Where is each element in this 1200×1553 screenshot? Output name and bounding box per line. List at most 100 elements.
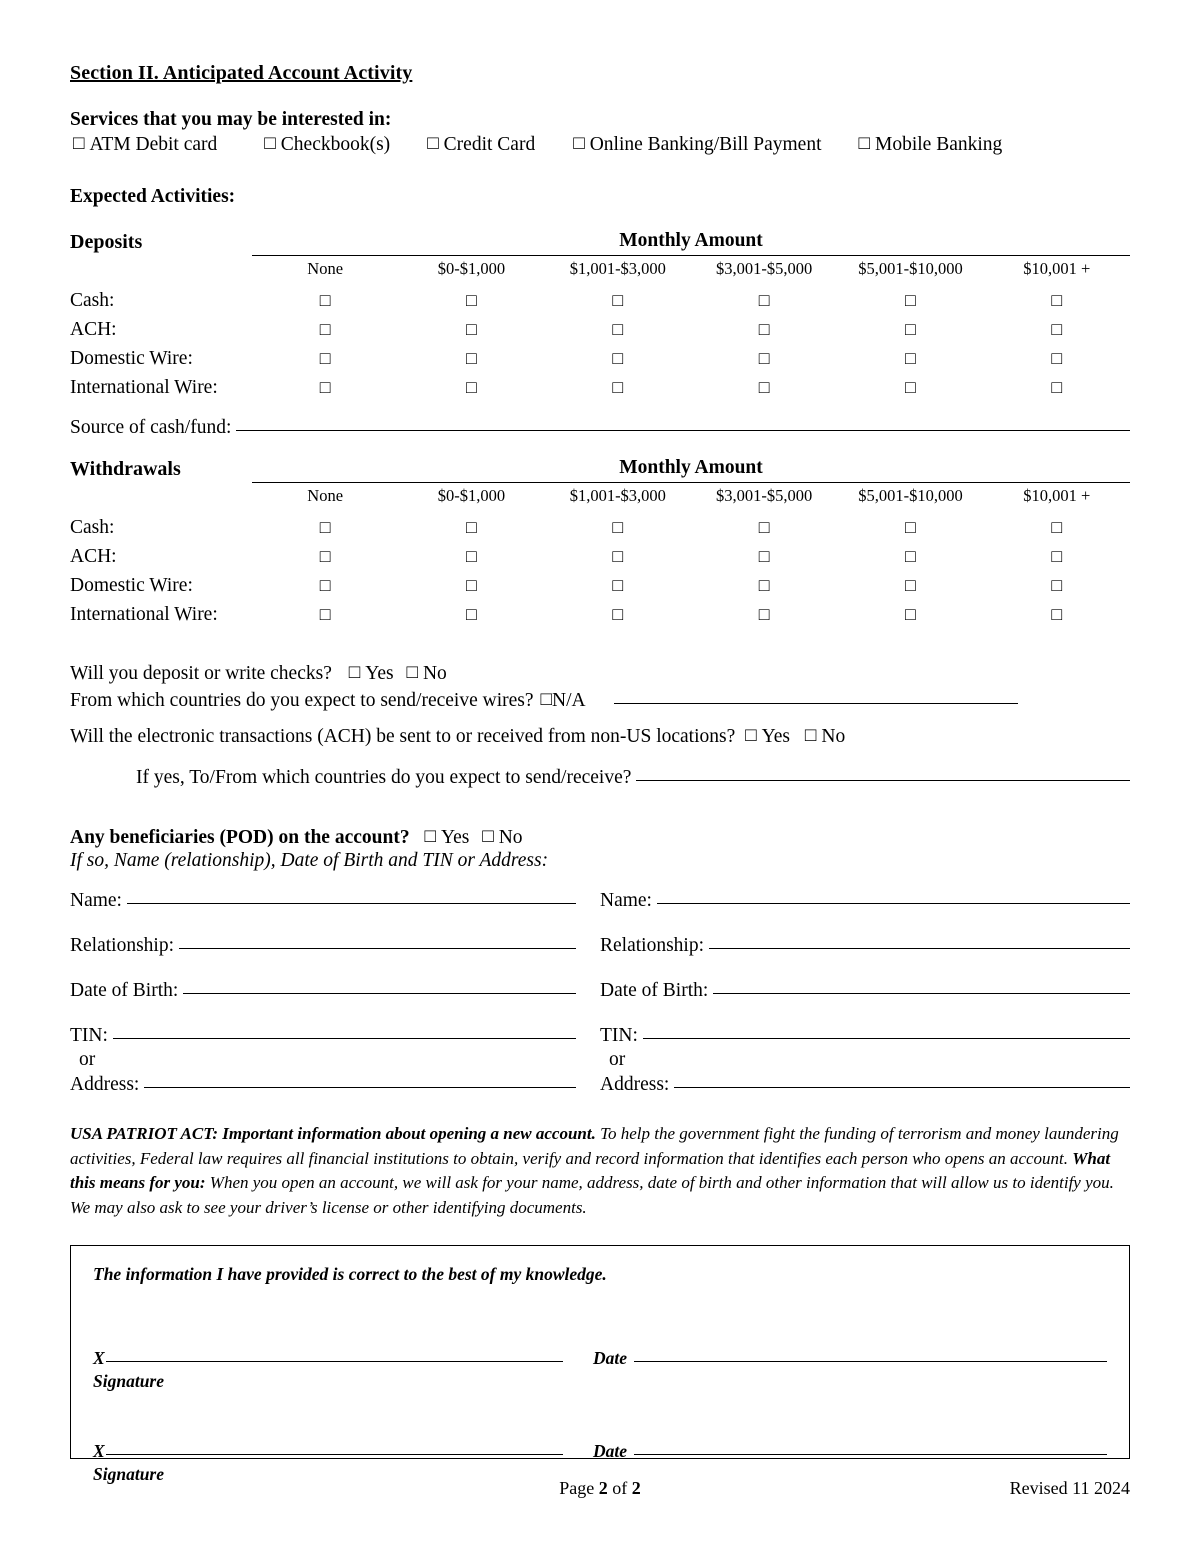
withdrawals-domestic-3001-5000[interactable] bbox=[691, 571, 837, 600]
checkbox-icon[interactable] bbox=[905, 604, 916, 624]
checkbox-icon[interactable] bbox=[612, 575, 623, 595]
beneficiary1-relationship-input-line[interactable] bbox=[179, 932, 576, 949]
beneficiary2-dob-input-line[interactable] bbox=[713, 977, 1130, 994]
beneficiary2-name-input-line[interactable] bbox=[656, 887, 1130, 904]
withdrawals-cash-1001-3000[interactable] bbox=[545, 513, 691, 542]
checkbox-icon[interactable] bbox=[320, 348, 331, 368]
deposits-ach-none[interactable] bbox=[252, 315, 398, 344]
checkbox-icon[interactable] bbox=[905, 546, 916, 566]
checkbox-icon[interactable] bbox=[612, 290, 623, 310]
beneficiary1-dob-input-line[interactable] bbox=[183, 977, 576, 994]
deposits-international-none[interactable] bbox=[252, 373, 398, 402]
checkbox-icon[interactable] bbox=[759, 319, 770, 339]
service-option-mobile-banking[interactable]: Mobile Banking bbox=[859, 134, 1002, 156]
withdrawals-domestic-none[interactable] bbox=[252, 571, 398, 600]
checkbox-icon[interactable] bbox=[759, 517, 770, 537]
service-option-credit-card[interactable]: Credit Card bbox=[427, 134, 536, 156]
checkbox-icon[interactable] bbox=[1051, 290, 1062, 310]
checkbox-icon[interactable] bbox=[482, 827, 493, 846]
checkbox-icon[interactable] bbox=[1051, 546, 1062, 566]
deposits-domestic-none[interactable] bbox=[252, 344, 398, 373]
withdrawals-ach-none[interactable] bbox=[252, 542, 398, 571]
checkbox-icon[interactable] bbox=[320, 290, 331, 310]
checkbox-icon[interactable] bbox=[349, 663, 360, 682]
deposits-international-5001-10000[interactable] bbox=[837, 373, 983, 402]
withdrawals-ach-5001-10000[interactable] bbox=[837, 542, 983, 571]
withdrawals-domestic-1001-3000[interactable] bbox=[545, 571, 691, 600]
checkbox-icon[interactable] bbox=[320, 575, 331, 595]
deposits-cash-1001-3000[interactable] bbox=[545, 286, 691, 315]
beneficiary2-relationship-input-line[interactable] bbox=[709, 932, 1130, 949]
checkbox-icon[interactable] bbox=[1051, 348, 1062, 368]
signature-input-line-2[interactable] bbox=[105, 1438, 563, 1455]
withdrawals-cash-10001-plus[interactable] bbox=[984, 513, 1130, 542]
beneficiary1-address-input-line[interactable] bbox=[144, 1071, 576, 1088]
withdrawals-ach-3001-5000[interactable] bbox=[691, 542, 837, 571]
withdrawals-cash-0-1000[interactable] bbox=[398, 513, 544, 542]
checkbox-icon[interactable] bbox=[466, 604, 477, 624]
checkbox-icon[interactable] bbox=[466, 290, 477, 310]
deposits-cash-5001-10000[interactable] bbox=[837, 286, 983, 315]
deposits-cash-3001-5000[interactable] bbox=[691, 286, 837, 315]
checkbox-icon[interactable] bbox=[905, 377, 916, 397]
deposits-ach-3001-5000[interactable] bbox=[691, 315, 837, 344]
service-option-atm-debit-card[interactable]: ATM Debit card bbox=[73, 134, 217, 156]
checkbox-icon[interactable] bbox=[759, 377, 770, 397]
deposits-cash-none[interactable] bbox=[252, 286, 398, 315]
deposits-ach-0-1000[interactable] bbox=[398, 315, 544, 344]
checkbox-icon[interactable] bbox=[1051, 575, 1062, 595]
checkbox-icon[interactable] bbox=[320, 546, 331, 566]
withdrawals-domestic-5001-10000[interactable] bbox=[837, 571, 983, 600]
checkbox-icon[interactable] bbox=[612, 348, 623, 368]
checkbox-icon[interactable] bbox=[759, 348, 770, 368]
withdrawals-domestic-10001-plus[interactable] bbox=[984, 571, 1130, 600]
deposits-international-10001-plus[interactable] bbox=[984, 373, 1130, 402]
checkbox-icon[interactable] bbox=[905, 575, 916, 595]
source-of-funds-input-line[interactable] bbox=[236, 414, 1130, 431]
checkbox-icon[interactable] bbox=[612, 377, 623, 397]
deposits-international-0-1000[interactable] bbox=[398, 373, 544, 402]
beneficiary1-name-input-line[interactable] bbox=[126, 887, 576, 904]
deposits-international-1001-3000[interactable] bbox=[545, 373, 691, 402]
checkbox-icon[interactable] bbox=[759, 604, 770, 624]
checkbox-icon[interactable] bbox=[573, 134, 584, 153]
checkbox-icon[interactable] bbox=[466, 546, 477, 566]
beneficiary2-address-input-line[interactable] bbox=[674, 1071, 1130, 1088]
checkbox-icon[interactable] bbox=[466, 575, 477, 595]
deposits-ach-1001-3000[interactable] bbox=[545, 315, 691, 344]
checkbox-icon[interactable] bbox=[73, 134, 84, 153]
checkbox-icon[interactable] bbox=[859, 134, 870, 153]
deposits-cash-10001-plus[interactable] bbox=[984, 286, 1130, 315]
checkbox-icon[interactable] bbox=[612, 517, 623, 537]
checkbox-icon[interactable] bbox=[466, 517, 477, 537]
checkbox-icon[interactable] bbox=[320, 377, 331, 397]
checkbox-icon[interactable] bbox=[905, 348, 916, 368]
checkbox-icon[interactable] bbox=[759, 290, 770, 310]
withdrawals-international-3001-5000[interactable] bbox=[691, 600, 837, 629]
checkbox-icon[interactable] bbox=[466, 377, 477, 397]
checkbox-icon[interactable] bbox=[541, 690, 552, 709]
deposits-domestic-1001-3000[interactable] bbox=[545, 344, 691, 373]
checkbox-icon[interactable] bbox=[466, 348, 477, 368]
checkbox-icon[interactable] bbox=[905, 319, 916, 339]
withdrawals-international-0-1000[interactable] bbox=[398, 600, 544, 629]
question-ach-countries-input-line[interactable] bbox=[636, 764, 1130, 781]
checkbox-icon[interactable] bbox=[612, 319, 623, 339]
beneficiary1-tin-input-line[interactable] bbox=[112, 1022, 576, 1039]
date-input-line-1[interactable] bbox=[634, 1345, 1107, 1362]
withdrawals-ach-0-1000[interactable] bbox=[398, 542, 544, 571]
withdrawals-domestic-0-1000[interactable] bbox=[398, 571, 544, 600]
withdrawals-cash-5001-10000[interactable] bbox=[837, 513, 983, 542]
deposits-domestic-10001-plus[interactable] bbox=[984, 344, 1130, 373]
deposits-domestic-3001-5000[interactable] bbox=[691, 344, 837, 373]
checkbox-icon[interactable] bbox=[1051, 377, 1062, 397]
deposits-ach-10001-plus[interactable] bbox=[984, 315, 1130, 344]
checkbox-icon[interactable] bbox=[745, 726, 756, 745]
deposits-domestic-0-1000[interactable] bbox=[398, 344, 544, 373]
checkbox-icon[interactable] bbox=[612, 604, 623, 624]
beneficiary2-tin-input-line[interactable] bbox=[642, 1022, 1130, 1039]
checkbox-icon[interactable] bbox=[1051, 319, 1062, 339]
checkbox-icon[interactable] bbox=[1051, 604, 1062, 624]
checkbox-icon[interactable] bbox=[905, 290, 916, 310]
withdrawals-international-none[interactable] bbox=[252, 600, 398, 629]
